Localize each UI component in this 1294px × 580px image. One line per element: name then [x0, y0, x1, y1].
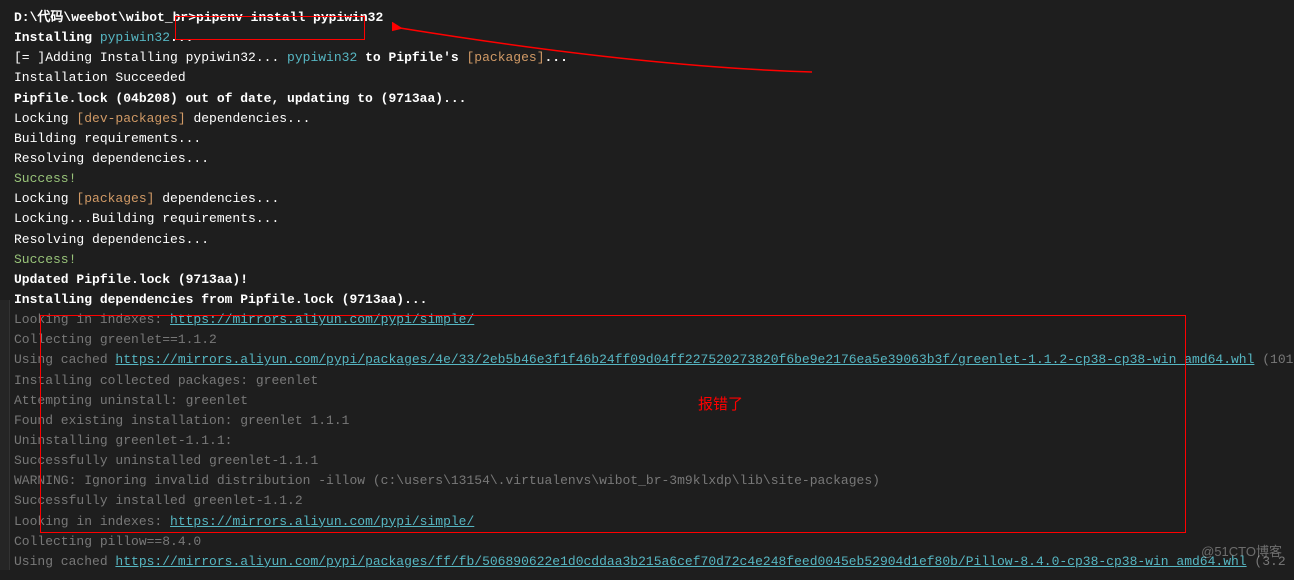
adding-package: pypiwin32 [287, 50, 357, 65]
pillow-whl-link[interactable]: https://mirrors.aliyun.com/pypi/packages… [115, 554, 1246, 569]
found-existing-line: Found existing installation: greenlet 1.… [14, 411, 1294, 431]
adding-dots: ... [545, 50, 568, 65]
prompt-line: D:\代码\weebot\wibot_br>pipenv install pyp… [14, 8, 1294, 28]
installing-label: Installing [14, 30, 100, 45]
resolving-line: Resolving dependencies... [14, 149, 1294, 169]
locking-label: Locking [14, 111, 76, 126]
looking-indexes-2: Looking in indexes: https://mirrors.aliy… [14, 512, 1294, 532]
installing-line: Installing pypiwin32... [14, 28, 1294, 48]
locking-packages-line: Locking [packages] dependencies... [14, 189, 1294, 209]
installing-dots: ... [170, 30, 193, 45]
adding-to: to Pipfile's [357, 50, 466, 65]
resolving-line-2: Resolving dependencies... [14, 230, 1294, 250]
uninstalled-line: Successfully uninstalled greenlet-1.1.1 [14, 451, 1294, 471]
collecting-greenlet-line: Collecting greenlet==1.1.2 [14, 330, 1294, 350]
warning-line: WARNING: Ignoring invalid distribution -… [14, 471, 1294, 491]
success-line-2: Success! [14, 250, 1294, 270]
adding-line: [= ]Adding Installing pypiwin32... pypiw… [14, 48, 1294, 68]
looking-label: Looking in indexes: [14, 312, 170, 327]
adding-prefix: [= ]Adding Installing pypiwin32... [14, 50, 287, 65]
error-annotation-label: 报错了 [698, 393, 743, 416]
mirror-link-2[interactable]: https://mirrors.aliyun.com/pypi/simple/ [170, 514, 474, 529]
prompt-path: D:\代码\weebot\wibot_br> [14, 10, 196, 25]
updated-line: Updated Pipfile.lock (9713aa)! [14, 270, 1294, 290]
terminal-output[interactable]: D:\代码\weebot\wibot_br>pipenv install pyp… [0, 0, 1294, 580]
greenlet-whl-link[interactable]: https://mirrors.aliyun.com/pypi/packages… [115, 352, 1254, 367]
success-line-1: Success! [14, 169, 1294, 189]
locking-building-line: Locking...Building requirements... [14, 209, 1294, 229]
success-greenlet-line: Successfully installed greenlet-1.1.2 [14, 491, 1294, 511]
install-succeeded-line: Installation Succeeded [14, 68, 1294, 88]
greenlet-size: (101 kB) [1254, 352, 1294, 367]
building-req-line: Building requirements... [14, 129, 1294, 149]
mirror-link-1[interactable]: https://mirrors.aliyun.com/pypi/simple/ [170, 312, 474, 327]
using-cached-label-2: Using cached [14, 554, 115, 569]
collecting-pillow-line: Collecting pillow==8.4.0 [14, 532, 1294, 552]
uninstalling-line: Uninstalling greenlet-1.1.1: [14, 431, 1294, 451]
using-cached-pillow-line: Using cached https://mirrors.aliyun.com/… [14, 552, 1294, 572]
locking-label-2: Locking [14, 191, 76, 206]
installing-package: pypiwin32 [100, 30, 170, 45]
dependencies-text-2: dependencies... [154, 191, 279, 206]
dependencies-text: dependencies... [186, 111, 311, 126]
locking-dev-line: Locking [dev-packages] dependencies... [14, 109, 1294, 129]
watermark-text: @51CTO博客 [1201, 542, 1282, 562]
installing-deps-line: Installing dependencies from Pipfile.loc… [14, 290, 1294, 310]
packages-bracket: [packages] [76, 191, 154, 206]
using-cached-greenlet-line: Using cached https://mirrors.aliyun.com/… [14, 350, 1294, 370]
looking-label-2: Looking in indexes: [14, 514, 170, 529]
using-cached-label: Using cached [14, 352, 115, 367]
dev-packages-bracket: [dev-packages] [76, 111, 185, 126]
looking-indexes-1: Looking in indexes: https://mirrors.aliy… [14, 310, 1294, 330]
prompt-command: pipenv install pypiwin32 [196, 10, 383, 25]
attempting-uninstall-line: Attempting uninstall: greenlet [14, 391, 1294, 411]
pipfile-lock-line: Pipfile.lock (04b208) out of date, updat… [14, 89, 1294, 109]
adding-packages-bracket: [packages] [466, 50, 544, 65]
installing-collected-line: Installing collected packages: greenlet [14, 371, 1294, 391]
